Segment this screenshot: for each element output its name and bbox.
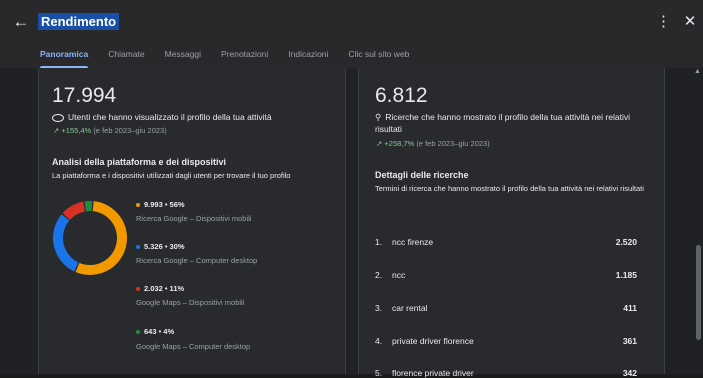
close-icon: ✕: [684, 13, 697, 30]
legend-value-2: 2.032 • 11%: [136, 284, 184, 293]
profile-views-trend: ↗ +155,4% (e feb 2023–giu 2023): [53, 126, 167, 135]
search-details-subtitle: Termini di ricerca che hanno mostrato il…: [375, 183, 645, 194]
donut-slice-0: [77, 206, 122, 270]
eye-icon: [52, 114, 64, 122]
scroll-up-icon[interactable]: ▲: [694, 68, 702, 75]
donut-slice-1: [58, 217, 76, 266]
legend-label-3: Google Maps – Computer desktop: [136, 342, 250, 351]
platform-donut-chart: [51, 199, 129, 277]
tab-chiamate[interactable]: Chiamate: [108, 48, 144, 68]
tab-bar: Panoramica Chiamate Messaggi Prenotazion…: [40, 48, 429, 68]
searches-stat: ⚲Ricerche che hanno mostrato il profilo …: [375, 111, 655, 135]
search-details-title: Dettagli delle ricerche: [375, 170, 469, 180]
searches-label: Ricerche che hanno mostrato il profilo d…: [375, 112, 630, 134]
platform-title: Analisi della piattaforma e dei disposit…: [52, 157, 226, 167]
tab-messaggi[interactable]: Messaggi: [165, 48, 201, 68]
more-options-button[interactable]: ⋮: [656, 13, 670, 31]
profile-views-label: Utenti che hanno visualizzato il profilo…: [68, 112, 272, 122]
tab-panoramica[interactable]: Panoramica: [40, 48, 88, 68]
tab-prenotazioni[interactable]: Prenotazioni: [221, 48, 268, 68]
tab-indicazioni[interactable]: Indicazioni: [288, 48, 328, 68]
close-button[interactable]: ✕: [682, 12, 698, 32]
scrollbar-thumb[interactable]: [696, 245, 701, 340]
platform-subtitle: La piattaforma e i dispositivi utilizzat…: [52, 170, 342, 181]
donut-slice-2: [66, 207, 84, 217]
legend-label-1: Ricerca Google – Computer desktop: [136, 256, 257, 265]
arrow-left-icon: ←: [13, 12, 30, 31]
profile-views-total: 17.994: [52, 84, 116, 108]
trend-value: +155,4%: [61, 126, 91, 135]
top-bar: ← Rendimento ⋮ ✕ Panoramica Chiamate Mes…: [0, 0, 703, 68]
trend-value: +258,7%: [384, 139, 414, 148]
trend-period: (e feb 2023–giu 2023): [93, 126, 166, 135]
legend-value-0: 9.993 • 56%: [136, 200, 185, 209]
legend-value-1: 5.326 • 30%: [136, 242, 185, 251]
more-vert-icon: ⋮: [656, 13, 671, 30]
legend-value-3: 643 • 4%: [136, 327, 174, 336]
tab-clic-sito-web[interactable]: Clic sul sito web: [348, 48, 409, 68]
page-title: Rendimento: [38, 13, 119, 30]
legend-label-2: Google Maps – Dispositivi mobili: [136, 298, 244, 307]
searches-trend: ↗ +258,7% (e feb 2023–giu 2023): [376, 139, 490, 148]
trend-period: (e feb 2023–giu 2023): [416, 139, 489, 148]
profile-views-stat: Utenti che hanno visualizzato il profilo…: [52, 111, 272, 123]
back-button[interactable]: ←: [10, 11, 32, 33]
trending-up-icon: ↗: [53, 126, 59, 135]
trending-up-icon: ↗: [376, 139, 382, 148]
search-icon: ⚲: [375, 112, 381, 122]
searches-total: 6.812: [375, 84, 428, 108]
legend-label-0: Ricerca Google – Dispositivi mobili: [136, 214, 251, 223]
